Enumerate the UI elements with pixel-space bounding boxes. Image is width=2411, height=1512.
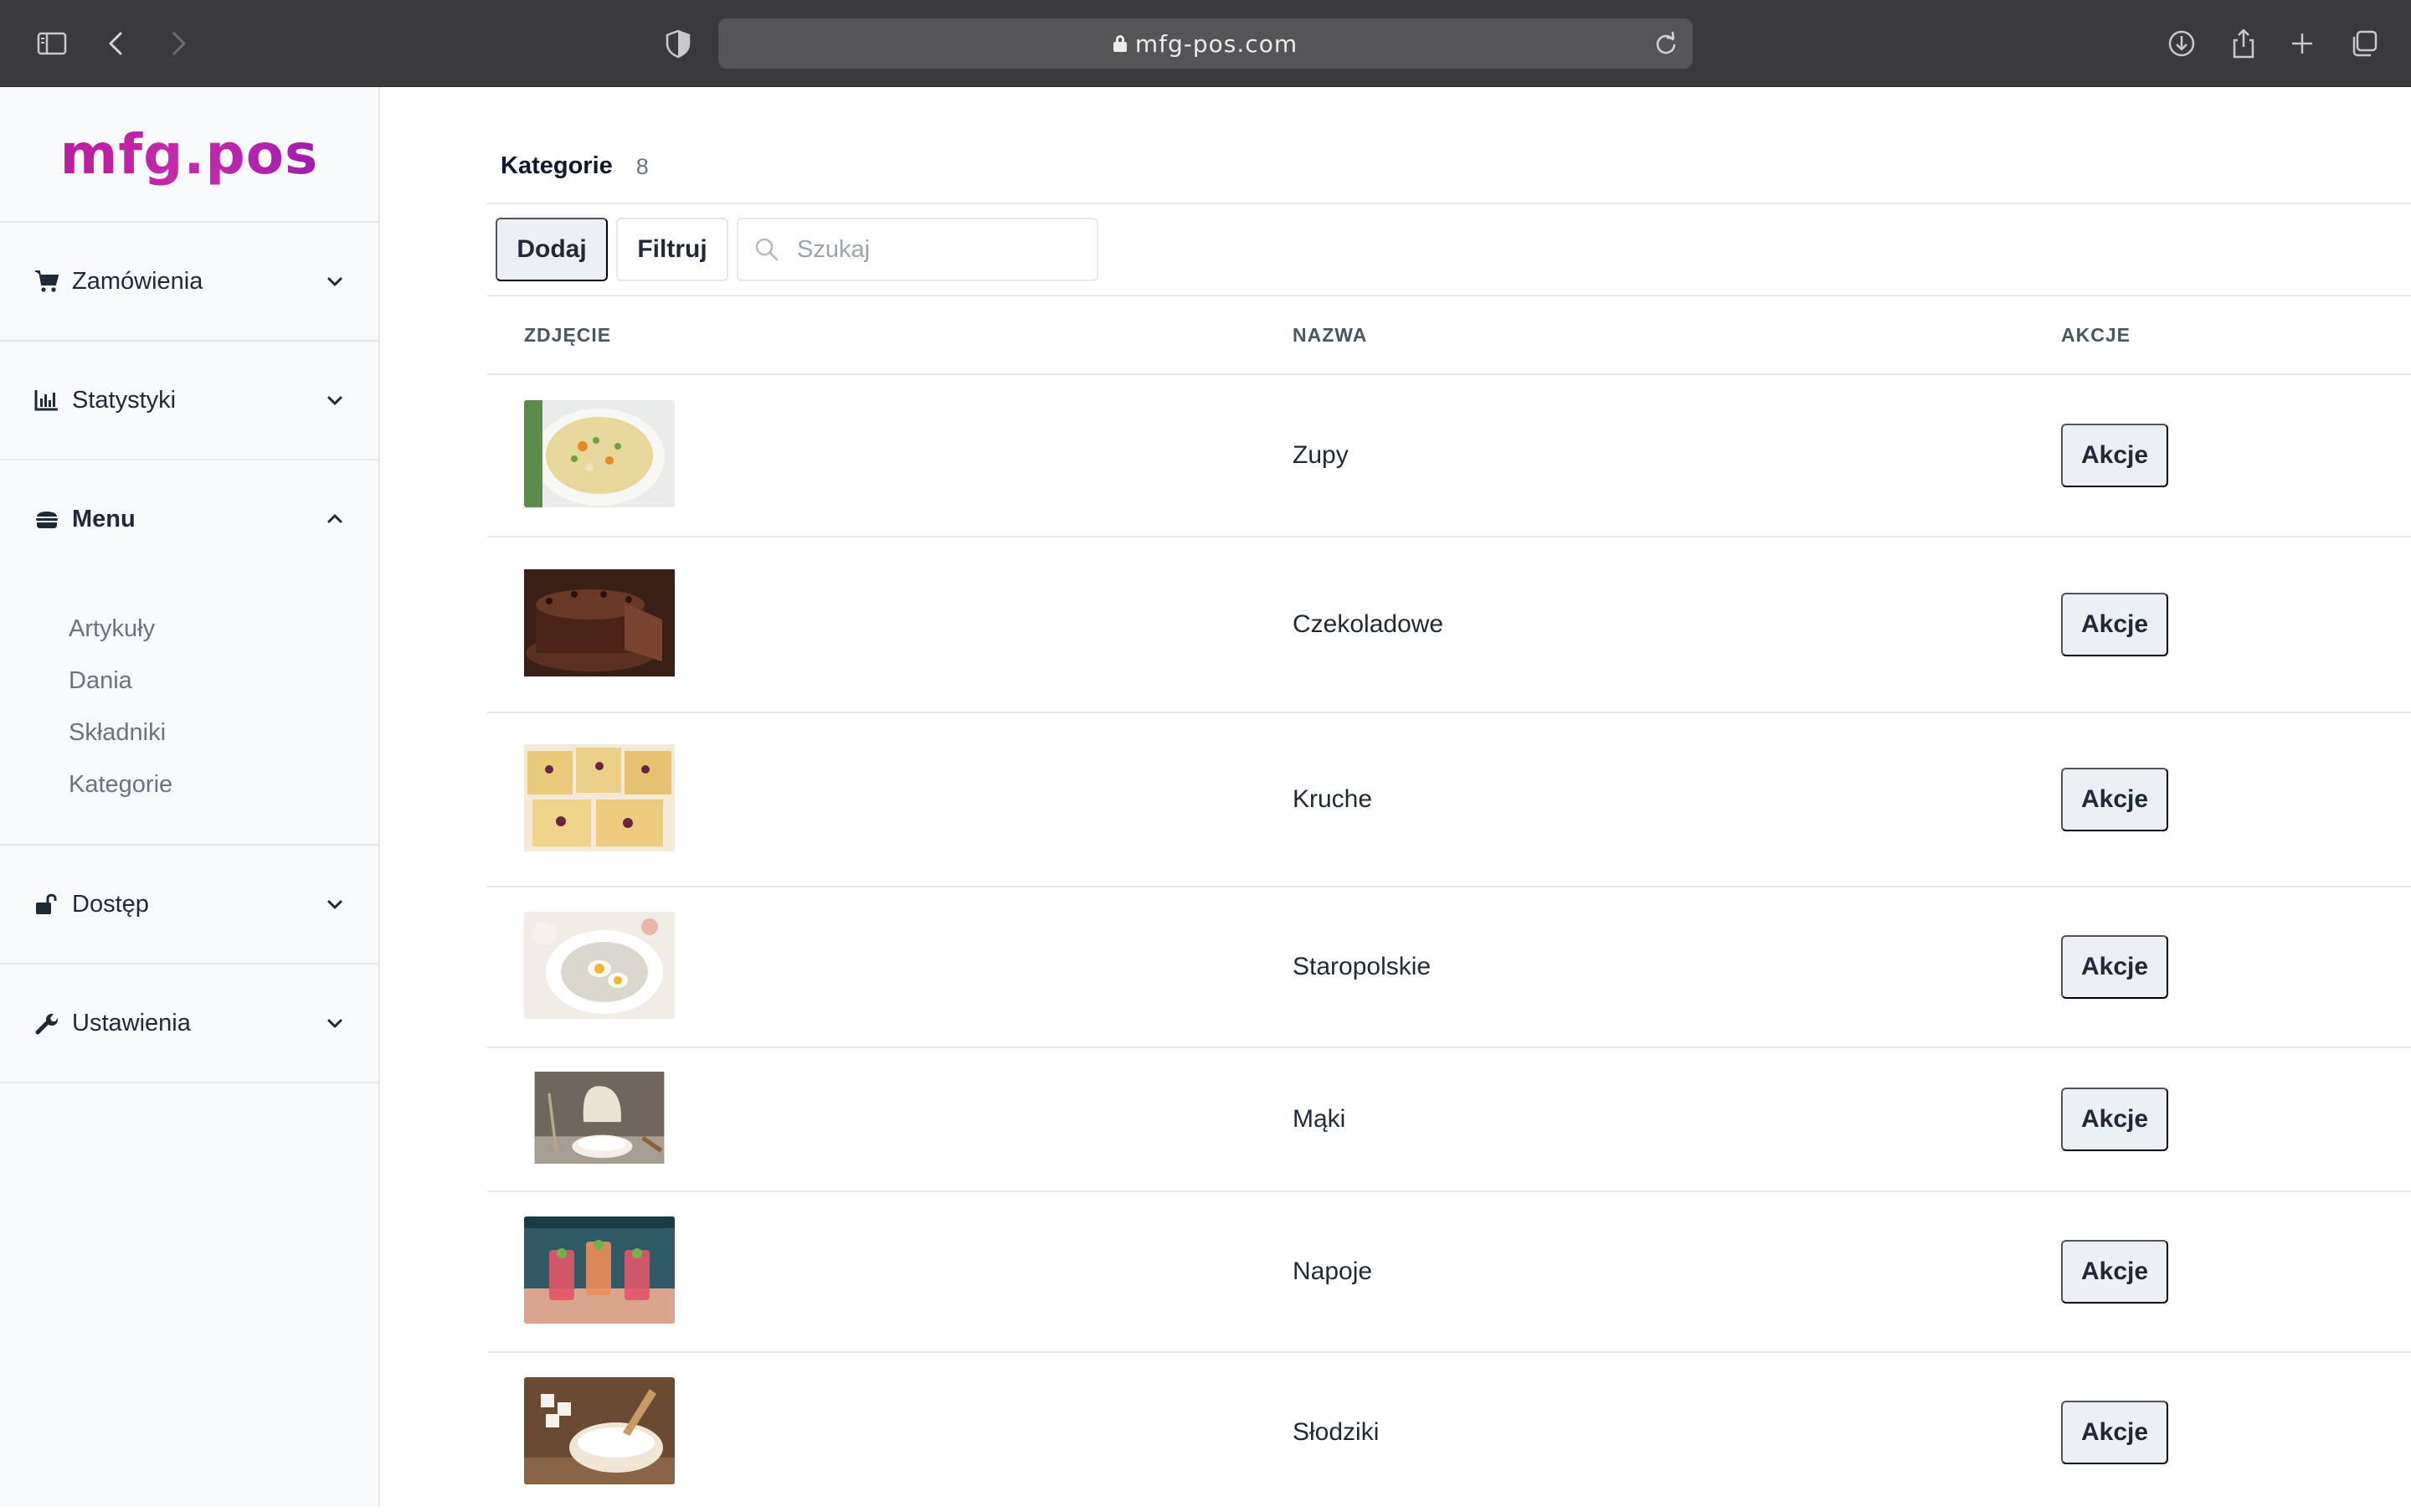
sidebar-icon[interactable]: [33, 25, 70, 62]
add-button[interactable]: Dodaj: [496, 218, 608, 281]
main-content: Kategorie 8 Dodaj Filtruj ZDJĘCIE NAZWA …: [487, 87, 2411, 1512]
sidebar-item-settings[interactable]: Ustawienia: [0, 964, 378, 1082]
nav-section-menu: Menu Artykuły Dania Składniki Kategorie: [0, 460, 378, 846]
sidebar-item-label: Zamówienia: [72, 267, 203, 295]
chevron-down-icon: [327, 396, 342, 405]
category-name: Kruche: [1293, 785, 1373, 813]
sidebar-item-articles[interactable]: Artykuły: [69, 603, 378, 655]
chevron-up-icon: [327, 514, 342, 523]
tabs-icon[interactable]: [2346, 25, 2383, 62]
search-box[interactable]: [737, 218, 1098, 281]
flour-photo: [534, 1071, 665, 1164]
drinks-photo: [524, 1216, 675, 1324]
sidebar: mfg.pos Zamówienia Statystyki Menu Artyk…: [0, 87, 380, 1507]
chevron-down-icon: [327, 900, 342, 909]
page-title: Kategorie: [501, 152, 613, 179]
sour-soup-photo: [524, 911, 675, 1019]
table-header: ZDJĘCIE NAZWA AKCJE: [487, 296, 2411, 375]
column-header-actions: AKCJE: [2061, 323, 2131, 346]
sidebar-item-access[interactable]: Dostęp: [0, 846, 378, 963]
chevron-down-icon: [327, 1019, 342, 1028]
page-header: Kategorie 8: [487, 87, 2411, 204]
actions-button[interactable]: Akcje: [2061, 768, 2168, 831]
table-row: Staropolskie Akcje: [487, 887, 2411, 1048]
new-tab-icon[interactable]: [2284, 25, 2321, 62]
table-row: Mąki Akcje: [487, 1048, 2411, 1192]
nav-section-access: Dostęp: [0, 846, 378, 964]
sidebar-item-label: Ustawienia: [72, 1009, 191, 1036]
filter-button[interactable]: Filtruj: [616, 218, 728, 281]
browser-toolbar: mfg-pos.com: [0, 0, 2411, 87]
table-row: Słodziki Akcje: [487, 1353, 2411, 1512]
address-bar[interactable]: mfg-pos.com: [718, 18, 1693, 69]
actions-button[interactable]: Akcje: [2061, 1240, 2168, 1304]
category-name: Czekoladowe: [1293, 610, 1444, 638]
share-icon[interactable]: [2225, 25, 2262, 62]
sidebar-item-label: Dostęp: [72, 890, 149, 918]
unlock-icon: [33, 891, 60, 918]
wrench-icon: [33, 1010, 60, 1036]
table-row: Czekoladowe Akcje: [487, 537, 2411, 713]
url-text: mfg-pos.com: [1134, 29, 1298, 58]
chocolate-cake-photo: [524, 568, 675, 676]
nav-section-settings: Ustawienia: [0, 964, 378, 1083]
category-name: Mąki: [1293, 1105, 1346, 1133]
table-row: Zupy Akcje: [487, 375, 2411, 537]
crumble-cake-photo: [524, 743, 675, 851]
search-icon: [755, 238, 779, 261]
brand-logo[interactable]: mfg.pos: [0, 87, 378, 223]
sidebar-item-dishes[interactable]: Dania: [69, 655, 378, 707]
column-header-name[interactable]: NAZWA: [1256, 324, 2024, 347]
sidebar-item-ingredients[interactable]: Składniki: [69, 707, 378, 759]
burger-icon: [33, 506, 60, 532]
forward-icon[interactable]: [159, 25, 196, 62]
sidebar-item-label: Menu: [72, 505, 136, 532]
sidebar-item-menu[interactable]: Menu: [0, 460, 378, 578]
category-name: Napoje: [1293, 1257, 1373, 1285]
shield-icon[interactable]: [660, 25, 697, 62]
category-name: Zupy: [1293, 441, 1349, 469]
soup-photo: [524, 399, 675, 507]
bar-chart-icon: [33, 387, 60, 414]
sidebar-item-categories[interactable]: Kategorie: [69, 759, 378, 810]
download-icon[interactable]: [2163, 25, 2200, 62]
toolbar: Dodaj Filtruj: [487, 204, 2411, 296]
category-name: Staropolskie: [1293, 953, 1432, 980]
table-row: Kruche Akcje: [487, 713, 2411, 887]
back-icon[interactable]: [99, 25, 136, 62]
column-header-image[interactable]: ZDJĘCIE: [487, 324, 1256, 347]
cart-icon: [33, 268, 60, 295]
actions-button[interactable]: Akcje: [2061, 424, 2168, 487]
reload-icon[interactable]: [1653, 30, 1679, 57]
sidebar-item-orders[interactable]: Zamówienia: [0, 223, 378, 340]
actions-button[interactable]: Akcje: [2061, 1401, 2168, 1464]
nav-section-stats: Statystyki: [0, 342, 378, 460]
sidebar-item-stats[interactable]: Statystyki: [0, 342, 378, 459]
actions-button[interactable]: Akcje: [2061, 593, 2168, 656]
search-input[interactable]: [797, 235, 1082, 264]
table-row: Napoje Akcje: [487, 1192, 2411, 1353]
menu-submenu: Artykuły Dania Składniki Kategorie: [0, 578, 378, 844]
lock-icon: [1113, 35, 1127, 52]
item-count-badge: 8: [635, 154, 649, 179]
actions-button[interactable]: Akcje: [2061, 1088, 2168, 1151]
nav-section-orders: Zamówienia: [0, 223, 378, 342]
sidebar-item-label: Statystyki: [72, 386, 177, 414]
actions-button[interactable]: Akcje: [2061, 935, 2168, 999]
category-name: Słodziki: [1293, 1418, 1380, 1446]
sugar-photo: [524, 1376, 675, 1484]
chevron-down-icon: [327, 277, 342, 286]
brand-name: mfg.pos: [59, 121, 319, 187]
